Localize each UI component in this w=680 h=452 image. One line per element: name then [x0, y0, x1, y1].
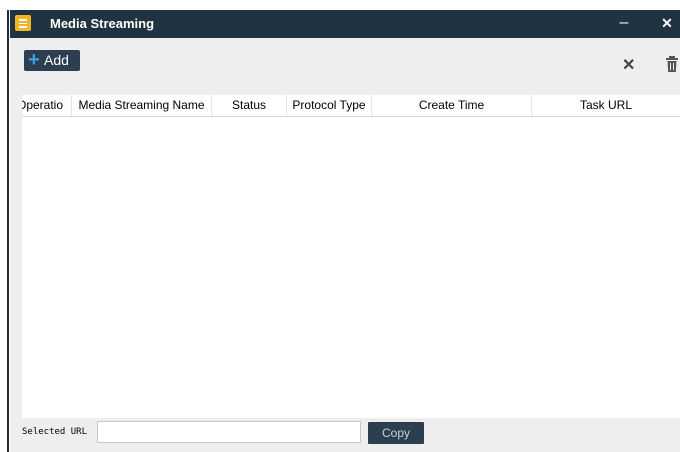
column-header-status[interactable]: Status — [212, 95, 287, 116]
close-icon: ✕ — [661, 15, 673, 31]
trash-icon — [666, 56, 678, 72]
table-header: Operatio Media Streaming Name Status Pro… — [22, 95, 680, 117]
close-button[interactable]: ✕ — [659, 12, 675, 34]
left-border-line — [7, 10, 9, 452]
selected-url-label: Selected URL — [22, 427, 88, 437]
remove-button[interactable]: ✕ — [622, 58, 635, 74]
delete-button[interactable] — [665, 56, 679, 74]
selected-url-input[interactable] — [97, 421, 361, 443]
x-icon: ✕ — [622, 57, 636, 74]
add-button-label: Add — [44, 52, 69, 68]
window-title: Media Streaming — [50, 16, 155, 31]
copy-button[interactable]: Copy — [368, 422, 424, 444]
media-streaming-window: Media Streaming – ✕ + Add ✕ Operatio Med… — [10, 10, 680, 452]
column-header-create-time[interactable]: Create Time — [372, 95, 532, 116]
title-bar[interactable]: Media Streaming – ✕ — [10, 10, 680, 38]
column-header-name[interactable]: Media Streaming Name — [72, 95, 212, 116]
minimize-button[interactable]: – — [616, 12, 632, 34]
document-icon — [15, 15, 31, 31]
plus-icon: + — [28, 49, 40, 71]
minimize-icon: – — [619, 14, 629, 31]
streams-table: Operatio Media Streaming Name Status Pro… — [22, 95, 680, 418]
column-header-protocol[interactable]: Protocol Type — [287, 95, 372, 116]
column-header-operation[interactable]: Operatio — [22, 95, 72, 116]
add-button[interactable]: + Add — [24, 49, 80, 71]
column-header-task-url[interactable]: Task URL — [532, 95, 680, 116]
